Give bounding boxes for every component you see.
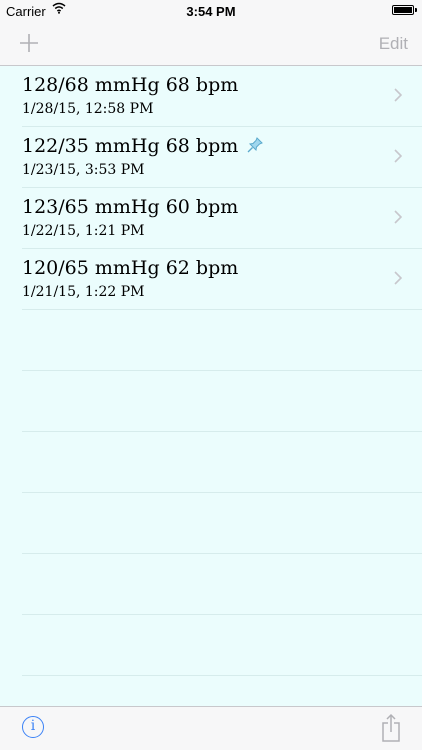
empty-row [22,493,422,554]
reading-row[interactable]: 128/68 mmHg 68 bpm 1/28/15, 12:58 PM [22,66,422,127]
chevron-right-icon [394,149,402,163]
reading-row[interactable]: 122/35 mmHg 68 bpm 1/23/15, 3:53 PM [22,127,422,188]
reading-date: 1/21/15, 1:22 PM [22,284,145,300]
add-button[interactable] [14,28,44,58]
empty-row [22,432,422,493]
reading-date: 1/23/15, 3:53 PM [22,162,145,178]
battery-icon [392,5,417,15]
navigation-bar: Edit [0,22,422,66]
reading-title: 122/35 mmHg 68 bpm [22,135,239,157]
bottom-toolbar: i [0,706,422,750]
status-time: 3:54 PM [186,4,236,19]
empty-row [22,615,422,676]
chevron-right-icon [394,210,402,224]
reading-title: 128/68 mmHg 68 bpm [22,74,239,96]
readings-list: 128/68 mmHg 68 bpm 1/28/15, 12:58 PM 122… [0,66,422,706]
reading-title: 123/65 mmHg 60 bpm [22,196,239,218]
reading-date: 1/28/15, 12:58 PM [22,101,154,117]
status-bar: Carrier 3:54 PM [0,0,422,22]
reading-title: 120/65 mmHg 62 bpm [22,257,239,279]
reading-row[interactable]: 120/65 mmHg 62 bpm 1/21/15, 1:22 PM [22,249,422,310]
share-icon[interactable] [380,713,402,743]
empty-row [22,310,422,371]
chevron-right-icon [394,271,402,285]
reading-row[interactable]: 123/65 mmHg 60 bpm 1/22/15, 1:21 PM [22,188,422,249]
info-button[interactable]: i [22,716,44,738]
edit-button[interactable]: Edit [379,34,408,54]
empty-row [22,371,422,432]
reading-date: 1/22/15, 1:21 PM [22,223,145,239]
empty-row [22,554,422,615]
chevron-right-icon [394,88,402,102]
pin-icon [247,137,264,153]
